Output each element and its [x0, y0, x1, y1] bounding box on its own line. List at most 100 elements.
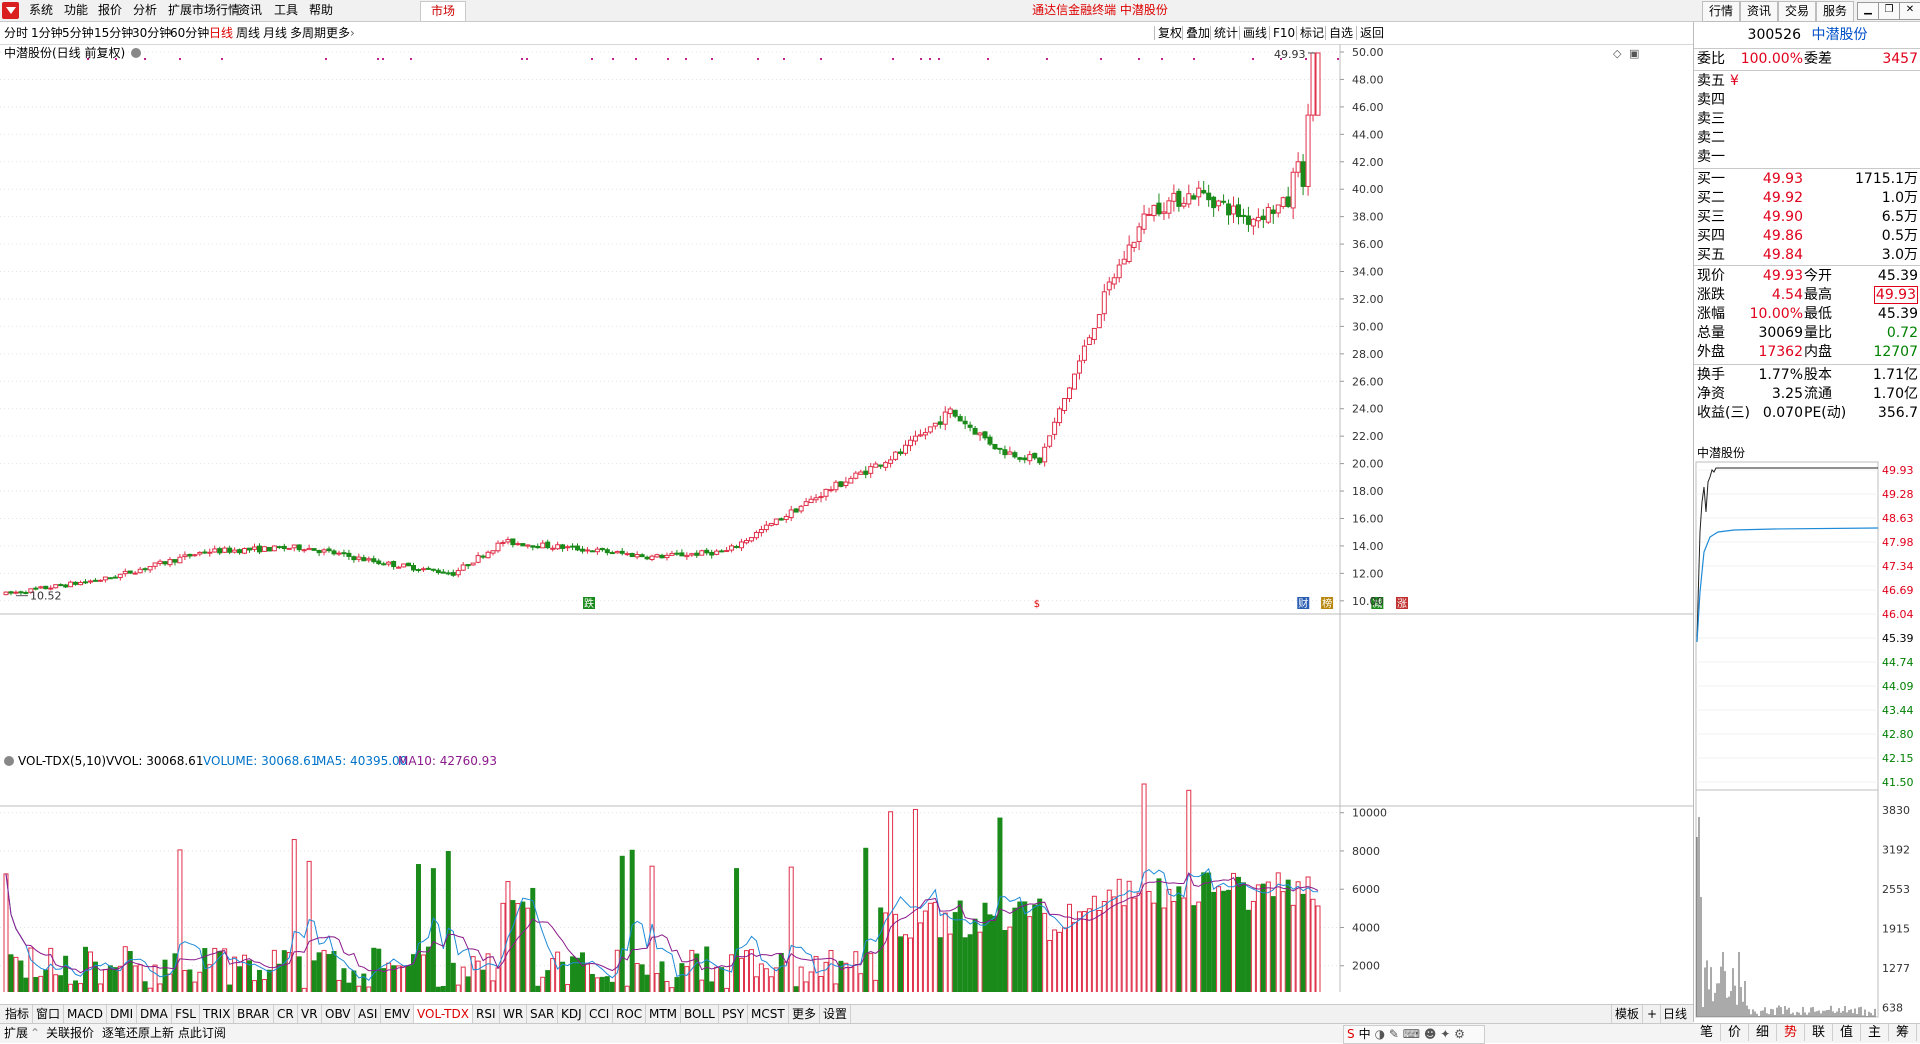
indicator-tab-18[interactable]: CCI — [586, 1005, 614, 1023]
tool-6[interactable]: 自选 — [1329, 25, 1353, 41]
event-marker[interactable]: 财 — [1297, 597, 1310, 610]
sell-row-5[interactable]: 卖五 ¥ — [1694, 72, 1920, 91]
menu-3[interactable]: 分析 — [127, 2, 163, 19]
indicator-tab-6[interactable]: TRIX — [200, 1005, 235, 1023]
mini-tab-5[interactable]: 值 — [1833, 1024, 1861, 1041]
template-mode[interactable]: 日线 — [1660, 1005, 1690, 1023]
indicator-tab-16[interactable]: SAR — [527, 1005, 559, 1023]
market-tab[interactable]: 市场 — [420, 1, 467, 21]
period-tab-2[interactable]: 5分钟 — [62, 25, 94, 41]
tab-scroll-icon[interactable]: + — [1644, 1005, 1662, 1023]
indicator-tab-19[interactable]: ROC — [613, 1005, 647, 1023]
indicator-tab-10[interactable]: OBV — [322, 1005, 355, 1023]
menu-5[interactable]: 资讯 — [232, 2, 268, 19]
expand-button[interactable]: 扩展 — [4, 1025, 28, 1042]
window-toggle-icon[interactable]: ▣ — [1629, 47, 1639, 60]
info-button[interactable]: 资讯 — [1740, 1, 1779, 22]
tool-1[interactable]: 叠加 — [1186, 25, 1210, 41]
volume-settings-icon[interactable] — [4, 756, 14, 766]
mini-tab-7[interactable]: 筹 — [1889, 1024, 1917, 1041]
app-logo-icon[interactable] — [2, 2, 19, 19]
mini-tab-0[interactable]: 笔 — [1693, 1024, 1721, 1041]
period-tab-5[interactable]: 60分钟 — [170, 25, 209, 41]
buy-row-5[interactable]: 买五 49.84 3.0万 — [1694, 246, 1920, 265]
minimize-icon[interactable]: ▁ — [1857, 2, 1879, 20]
quote-button[interactable]: 行情 — [1702, 1, 1741, 22]
tool-3[interactable]: 画线 — [1243, 25, 1267, 41]
buy-row-4[interactable]: 买四 49.86 0.5万 — [1694, 227, 1920, 246]
indicator-tab-9[interactable]: VR — [298, 1005, 322, 1023]
service-button[interactable]: 服务 — [1816, 1, 1855, 22]
mini-tab-4[interactable]: 联 — [1805, 1024, 1833, 1041]
indicator-tab-24[interactable]: 更多 — [789, 1005, 821, 1023]
tray-icons[interactable]: S 中 ◑ ✎ ⌨ ☻ ✦ ⚙ — [1343, 1025, 1485, 1044]
linked-quote-button[interactable]: 关联报价 — [46, 1025, 94, 1042]
menu-6[interactable]: 工具 — [268, 2, 304, 19]
buy-row-3[interactable]: 买三 49.90 6.5万 — [1694, 208, 1920, 227]
menu-2[interactable]: 报价 — [92, 2, 128, 19]
expand-arrow-icon[interactable]: ⌃ — [30, 1025, 40, 1042]
indicator-tab-4[interactable]: DMA — [137, 1005, 172, 1023]
indicator-tab-7[interactable]: BRAR — [234, 1005, 274, 1023]
indicator-tab-12[interactable]: EMV — [381, 1005, 415, 1023]
indicator-tab-22[interactable]: PSY — [719, 1005, 749, 1023]
restore-icon[interactable]: ❐ — [1878, 2, 1900, 20]
period-tab-4[interactable]: 30分钟 — [132, 25, 171, 41]
buy-row-2[interactable]: 买二 49.92 1.0万 — [1694, 189, 1920, 208]
indicator-tab-11[interactable]: ASI — [355, 1005, 382, 1023]
indicator-tab-15[interactable]: WR — [500, 1005, 528, 1023]
mini-tab-1[interactable]: 价 — [1721, 1024, 1749, 1041]
period-tab-8[interactable]: 月线 — [263, 25, 287, 41]
tool-7[interactable]: 返回 — [1360, 25, 1384, 41]
chart-settings-icon[interactable] — [131, 48, 141, 58]
diamond-icon[interactable]: ◇ — [1613, 47, 1622, 60]
template-button[interactable]: 模板 — [1611, 1005, 1644, 1023]
indicator-tab-2[interactable]: MACD — [64, 1005, 107, 1023]
event-marker[interactable]: 榜 — [1321, 597, 1334, 610]
period-tab-10[interactable]: 更多 — [326, 25, 350, 41]
menu-7[interactable]: 帮助 — [303, 2, 339, 19]
sell-row-3[interactable]: 卖三 — [1694, 110, 1920, 129]
more-chevron-icon[interactable]: › — [350, 25, 355, 41]
tool-5[interactable]: 标记 — [1300, 25, 1324, 41]
mini-tab-6[interactable]: 主 — [1861, 1024, 1889, 1041]
indicator-tab-17[interactable]: KDJ — [558, 1005, 586, 1023]
indicator-tab-8[interactable]: CR — [274, 1005, 298, 1023]
indicator-tab-14[interactable]: RSI — [473, 1005, 500, 1023]
period-tab-0[interactable]: 分时 — [4, 25, 28, 41]
tool-4[interactable]: F10 — [1273, 25, 1295, 41]
news-ticker[interactable]: 逐笔还原上新 点此订阅 — [102, 1025, 226, 1042]
indicator-tab-21[interactable]: BOLL — [681, 1005, 719, 1023]
tool-0[interactable]: 复权 — [1158, 25, 1182, 41]
indicator-tab-20[interactable]: MTM — [646, 1005, 682, 1023]
indicator-tab-23[interactable]: MCST — [748, 1005, 789, 1023]
menu-0[interactable]: 系统 — [23, 2, 59, 19]
period-tab-1[interactable]: 1分钟 — [31, 25, 63, 41]
sell-row-4[interactable]: 卖四 — [1694, 91, 1920, 110]
indicator-tab-0[interactable]: 指标 — [2, 1005, 34, 1023]
sell-row-1[interactable]: 卖一 — [1694, 148, 1920, 167]
event-marker[interactable]: $ — [1031, 597, 1043, 610]
period-tab-9[interactable]: 多周期 — [290, 25, 326, 41]
candle — [326, 546, 332, 553]
buy-row-1[interactable]: 买一 49.93 1715.1万 — [1694, 170, 1920, 189]
mini-tab-3[interactable]: 势 — [1777, 1024, 1805, 1041]
indicator-tab-3[interactable]: DMI — [107, 1005, 138, 1023]
tool-2[interactable]: 统计 — [1214, 25, 1238, 41]
kline-chart-area[interactable]: 跌 $ 财榜减涨 50.0048.0046.0044.0042.0040.0038.… — [0, 44, 1693, 992]
close-icon[interactable]: ✕ — [1899, 2, 1920, 20]
indicator-tab-25[interactable]: 设置 — [820, 1005, 852, 1023]
intraday-mini-chart[interactable]: 中潜股份 49.93 49.28 48.63 47.98 47.34 46.69 46.04… — [1693, 442, 1920, 1022]
period-tab-6[interactable]: 日线 — [209, 25, 233, 41]
trade-button[interactable]: 交易 — [1778, 1, 1817, 22]
indicator-tab-13[interactable]: VOL-TDX — [414, 1005, 473, 1023]
indicator-tab-1[interactable]: 窗口 — [33, 1005, 65, 1023]
period-tab-3[interactable]: 15分钟 — [94, 25, 133, 41]
menu-1[interactable]: 功能 — [58, 2, 94, 19]
event-marker[interactable]: 跌 — [583, 597, 596, 610]
mini-tab-2[interactable]: 细 — [1749, 1024, 1777, 1041]
sell-row-2[interactable]: 卖二 — [1694, 129, 1920, 148]
event-marker[interactable]: 涨 — [1396, 597, 1409, 610]
period-tab-7[interactable]: 周线 — [236, 25, 260, 41]
indicator-tab-5[interactable]: FSL — [172, 1005, 200, 1023]
